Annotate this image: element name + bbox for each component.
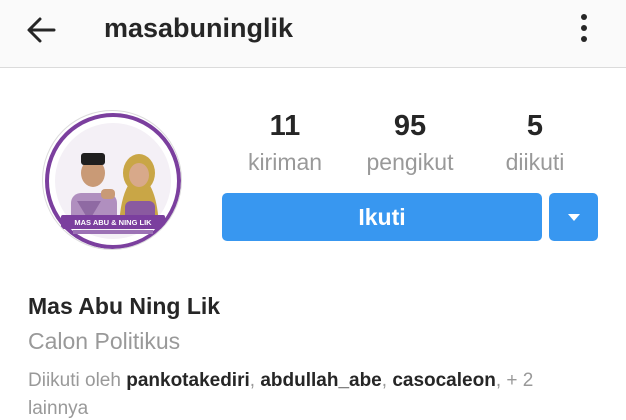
more-options-button[interactable] (570, 8, 598, 48)
more-vertical-icon (581, 14, 587, 20)
following-label: diikuti (505, 149, 565, 175)
profile-category: Calon Politikus (28, 328, 181, 354)
follow-button[interactable]: Ikuti (222, 193, 542, 241)
follower-link-2[interactable]: abdullah_abe (260, 370, 381, 391)
follower-link-1[interactable]: pankotakediri (126, 370, 250, 391)
posts-count: 11 (269, 110, 301, 142)
following-count: 5 (526, 110, 544, 142)
follower-link-3[interactable]: casocaleon (392, 370, 496, 391)
arrow-left-icon (27, 17, 56, 43)
page-title: masabuninglik (104, 13, 294, 43)
followed-by-text[interactable]: Diikuti oleh pankotakediri, abdullah_abe… (28, 367, 598, 420)
avatar-banner-text: MAS ABU & NING LIK (74, 218, 152, 227)
followed-by-prefix: Diikuti oleh (28, 370, 127, 391)
profile-name: Mas Abu Ning Lik (28, 293, 221, 319)
top-bar: masabuninglik (0, 0, 626, 68)
followers-label: pengikut (366, 149, 454, 175)
posts-label: kiriman (247, 149, 323, 175)
caret-down-icon (568, 214, 580, 221)
stat-posts[interactable]: 11 kiriman (220, 108, 350, 178)
stat-following[interactable]: 5 diikuti (470, 108, 600, 178)
followers-count: 95 (393, 110, 427, 142)
suggestions-dropdown-button[interactable] (549, 193, 598, 241)
stat-followers[interactable]: 95 pengikut (345, 108, 475, 178)
back-button[interactable] (22, 10, 62, 50)
profile-photo: MAS ABU & NING LIK (45, 113, 181, 249)
avatar[interactable]: MAS ABU & NING LIK (42, 110, 182, 250)
